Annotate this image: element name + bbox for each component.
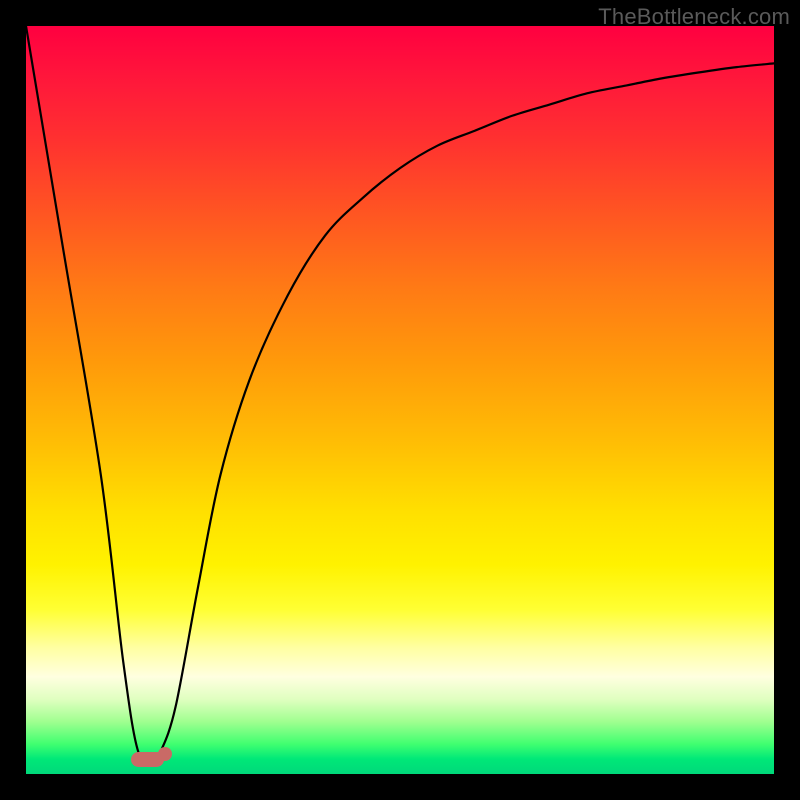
plot-area (26, 26, 774, 774)
bottleneck-curve (26, 26, 774, 774)
chart-frame: TheBottleneck.com (0, 0, 800, 800)
watermark-text: TheBottleneck.com (598, 4, 790, 30)
